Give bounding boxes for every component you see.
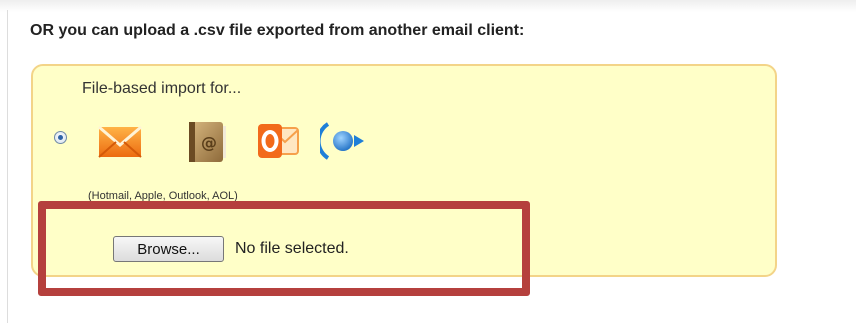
svg-text:@: @ — [201, 133, 217, 152]
file-import-radio[interactable] — [54, 131, 67, 144]
section-heading: OR you can upload a .csv file exported f… — [30, 22, 525, 39]
icon-caption: (Hotmail, Apple, Outlook, AOL) — [88, 190, 238, 202]
left-border — [7, 10, 8, 323]
browse-button[interactable]: Browse... — [113, 236, 224, 262]
radio-selected-dot — [58, 135, 63, 140]
hotmail-icon — [96, 118, 142, 164]
top-shadow — [0, 0, 856, 12]
page: OR you can upload a .csv file exported f… — [0, 0, 856, 323]
import-panel-title: File-based import for... — [82, 80, 242, 97]
file-status-text: No file selected. — [235, 240, 349, 257]
outlook-icon — [256, 118, 302, 164]
apple-address-book-icon: @ — [184, 118, 230, 164]
aol-icon — [320, 118, 366, 164]
